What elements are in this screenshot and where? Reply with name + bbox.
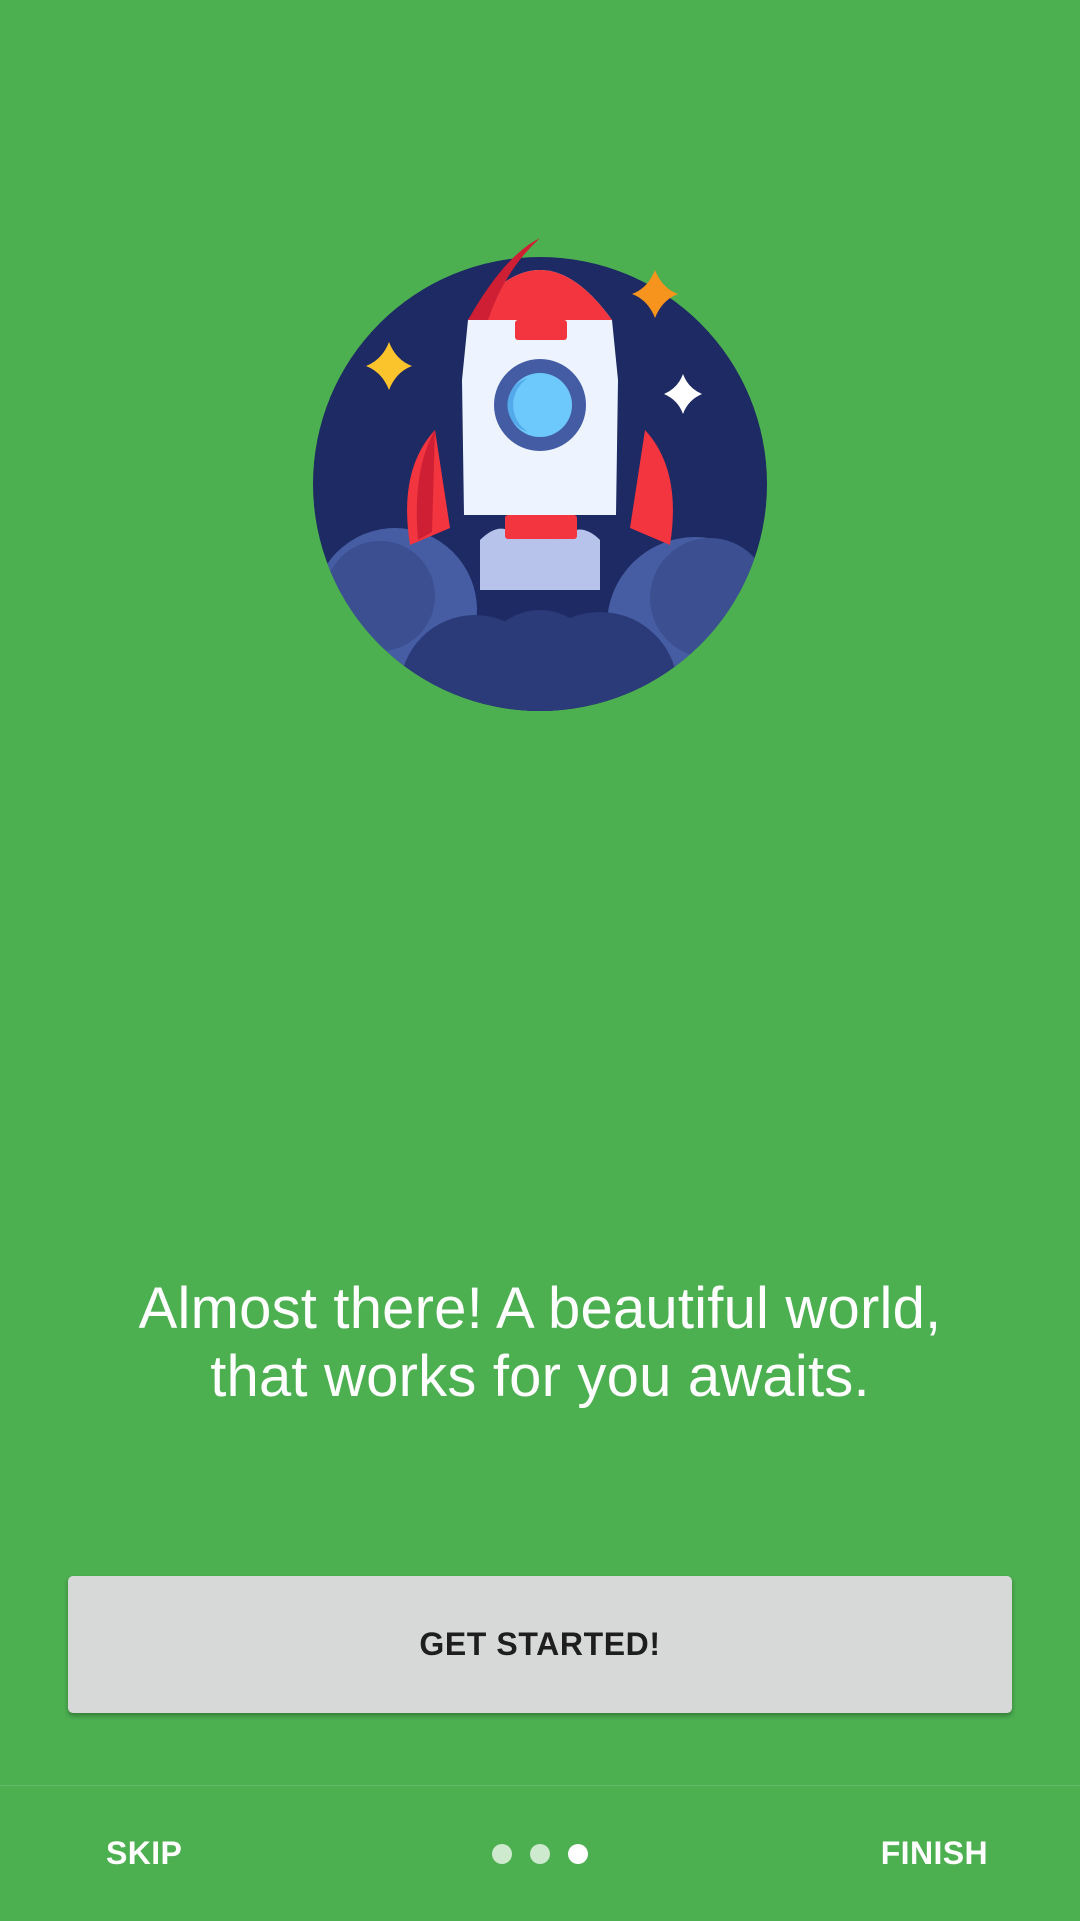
get-started-button[interactable]: GET STARTED!	[68, 1576, 1012, 1713]
get-started-label: GET STARTED!	[419, 1626, 661, 1662]
onboarding-screen: Almost there! A beautiful world, that wo…	[0, 0, 1080, 1920]
skip-label: SKIP	[106, 1835, 183, 1871]
headline-line-1: Almost there! A beautiful world,	[138, 1276, 942, 1341]
page-dot-2[interactable]	[530, 1843, 550, 1864]
rocket-launch-icon	[300, 230, 780, 720]
finish-label: FINISH	[880, 1835, 988, 1871]
finish-button[interactable]: FINISH	[881, 1786, 988, 1921]
page-dot-3-active[interactable]	[568, 1843, 588, 1864]
onboarding-headline: Almost there! A beautiful world, that wo…	[90, 1275, 990, 1411]
headline-line-2: that works for you awaits.	[210, 1344, 870, 1409]
page-dot-1[interactable]	[492, 1843, 512, 1864]
skip-button[interactable]: SKIP	[106, 1786, 182, 1921]
pager-navigation-bar: SKIP FINISH	[0, 1785, 1080, 1921]
